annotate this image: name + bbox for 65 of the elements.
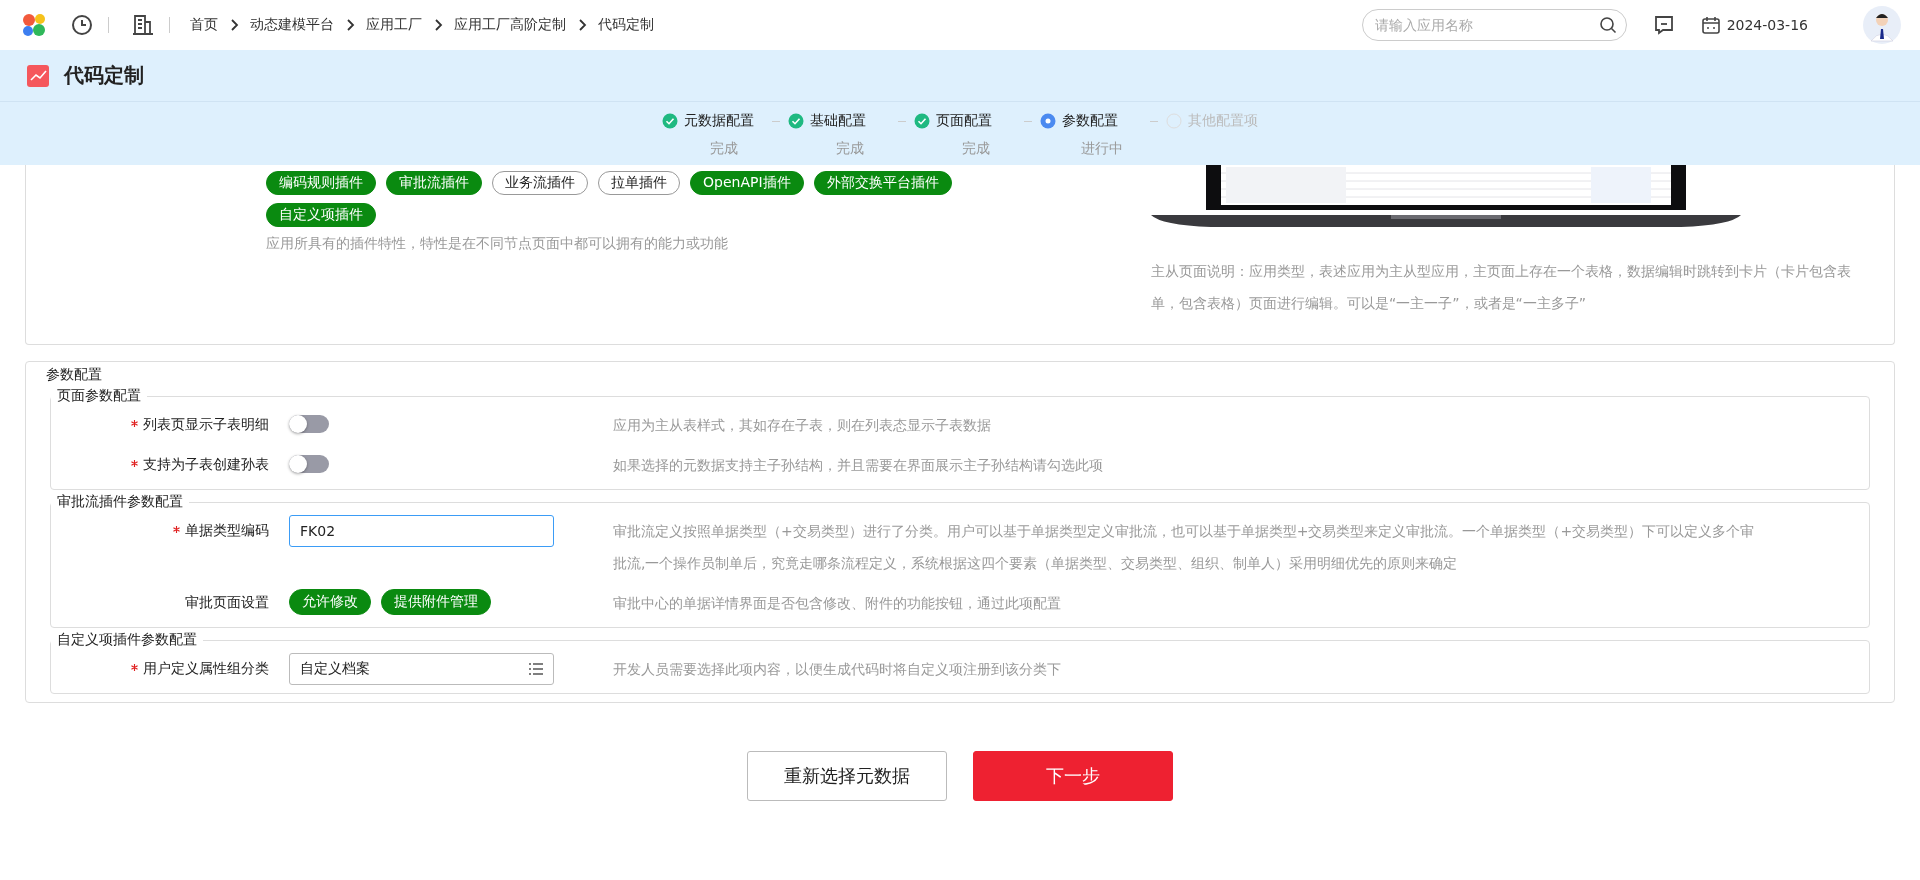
field-label: 支持为子表创建孙表 — [143, 456, 269, 472]
option-chip[interactable]: 允许修改 — [289, 589, 371, 615]
breadcrumb-link[interactable]: 动态建模平台 — [250, 16, 334, 34]
step-status-icon — [914, 113, 930, 129]
plugin-chip[interactable]: 外部交换平台插件 — [813, 171, 952, 195]
help-text: 审批流定义按照单据类型（+交易类型）进行了分类。用户可以基于单据类型定义审批流，也可以基于单据类型+交易类型来定义审批流。一个单据类型（+交易类型）下可以定义多个审批流,一个操作员制单后，究竟走哪条流程定义，系统根据这四个要素（单据类型、交易类型、组织、制单人）采用明细优先的原则来确定 — [612, 522, 1756, 573]
field-label: 用户定义属性组分类 — [143, 660, 269, 676]
step-label: 其他配置项 — [1188, 112, 1258, 130]
reselect-button[interactable]: 重新选择元数据 — [747, 751, 947, 801]
option-chip[interactable]: 提供附件管理 — [381, 589, 491, 615]
message-icon[interactable] — [1652, 14, 1675, 36]
chevron-icon — [228, 19, 240, 31]
step-status-icon — [1040, 113, 1056, 129]
select-field[interactable]: 自定义档案 — [289, 653, 554, 685]
plugin-chip[interactable]: 自定义项插件 — [266, 203, 376, 227]
plugin-chip[interactable]: 编码规则插件 — [266, 171, 376, 195]
list-icon — [529, 663, 543, 675]
plugin-chip[interactable]: OpenAPI插件 — [690, 171, 804, 195]
plugin-chip[interactable]: 拉单插件 — [598, 171, 680, 195]
step-status-icon — [1166, 113, 1182, 129]
logo-icon[interactable] — [20, 11, 48, 39]
group-title: 页面参数配置 — [51, 387, 147, 405]
plugin-hint: 应用所具有的插件特性，特性是在不同节点页面中都可以拥有的能力或功能 — [266, 235, 729, 253]
step-caption: 完成 — [709, 140, 739, 158]
text-field[interactable]: FK02 — [289, 515, 554, 547]
step-label: 参数配置 — [1062, 112, 1118, 130]
field-label: 审批页面设置 — [185, 594, 269, 610]
plugin-chip[interactable]: 业务流插件 — [492, 171, 588, 195]
group-title: 审批流插件参数配置 — [51, 493, 189, 511]
step-status-icon — [788, 113, 804, 129]
help-text: 审批中心的单据详情界面是否包含修改、附件的功能按钮，通过此项配置 — [612, 594, 1062, 613]
search-field[interactable]: 请输入应用名称 — [1361, 9, 1627, 41]
step-caption: 完成 — [961, 140, 991, 158]
help-text: 应用为主从表样式，其如存在子表，则在列表态显示子表数据 — [612, 416, 992, 435]
breadcrumb-link[interactable]: 代码定制 — [598, 16, 654, 34]
document-icon[interactable] — [131, 13, 155, 37]
step-label: 基础配置 — [810, 112, 866, 130]
clock-icon[interactable] — [70, 13, 94, 37]
chevron-icon — [432, 19, 444, 31]
field-label: 列表页显示子表明细 — [143, 416, 269, 432]
step-caption: 进行中 — [1080, 140, 1124, 158]
help-text: 开发人员需要选择此项内容，以便生成代码时将自定义项注册到该分类下 — [612, 660, 1062, 679]
plugin-chip[interactable]: 审批流插件 — [386, 171, 482, 195]
step-label: 元数据配置 — [684, 112, 754, 130]
breadcrumb-link[interactable]: 应用工厂 — [366, 16, 422, 34]
toggle-switch[interactable] — [289, 415, 329, 433]
help-text: 如果选择的元数据支持主子孙结构，并且需要在界面展示主子孙结构请勾选此项 — [612, 456, 1104, 475]
avatar-icon[interactable] — [1862, 5, 1902, 45]
next-button[interactable]: 下一步 — [973, 751, 1173, 801]
breadcrumb-link[interactable]: 应用工厂高阶定制 — [454, 16, 566, 34]
chevron-icon — [576, 19, 588, 31]
step-status-icon — [662, 113, 678, 129]
date-text: 2024-03-16 — [1726, 17, 1808, 33]
step-label: 页面配置 — [936, 112, 992, 130]
toggle-switch[interactable] — [289, 455, 329, 473]
chevron-icon — [344, 19, 356, 31]
field-label: 单据类型编码 — [185, 522, 269, 538]
search-icon[interactable] — [1598, 16, 1617, 34]
section-title: 参数配置 — [45, 366, 103, 384]
breadcrumb-link[interactable]: 首页 — [190, 16, 218, 34]
calendar-icon[interactable] — [1700, 15, 1721, 35]
page-title: 代码定制 — [64, 62, 144, 89]
group-title: 自定义项插件参数配置 — [51, 631, 203, 649]
step-caption: 完成 — [835, 140, 865, 158]
preview-caption: 主从页面说明：应用类型，表述应用为主从型应用，主页面上存在一个表格，数据编辑时跳转到卡片（卡片包含表单，包含表格）页面进行编辑。可以是“一主一子”，或者是“一主多子” — [1151, 262, 1852, 313]
